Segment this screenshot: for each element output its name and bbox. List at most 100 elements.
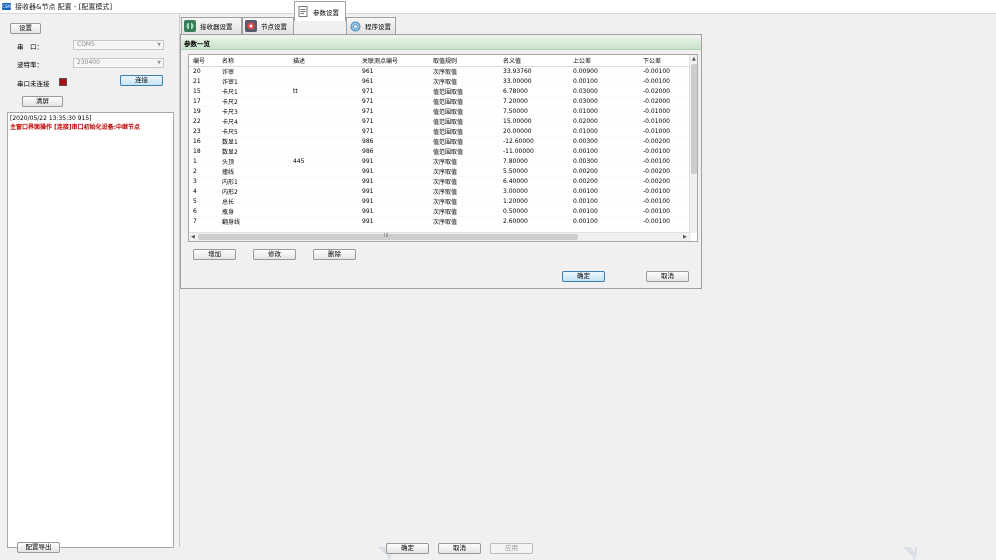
table-cell: 值范围取值 bbox=[429, 126, 499, 137]
table-row[interactable]: 18 数显2 986 值范围取值 -11.00000 0.00100 -0.00100 bbox=[189, 146, 689, 157]
table-cell: 5 bbox=[189, 196, 218, 207]
table-cell: 991 bbox=[358, 186, 429, 197]
tab-program-settings[interactable]: 程序设置 bbox=[346, 17, 396, 34]
edit-parameter-button[interactable]: 修改 bbox=[253, 249, 296, 260]
table-cell: 19 bbox=[189, 106, 218, 117]
table-cell: -0.00100 bbox=[639, 76, 689, 87]
table-cell: 971 bbox=[358, 96, 429, 107]
table-row[interactable]: 6 瓶身 991 次序取值 0.50000 0.00100 -0.00100 bbox=[189, 206, 689, 217]
table-cell: 0.00300 bbox=[569, 136, 639, 147]
scroll-left-icon[interactable]: ◀ bbox=[191, 234, 195, 240]
table-cell: 6 bbox=[189, 206, 218, 217]
table-cell: 0.03000 bbox=[569, 96, 639, 107]
tab-receiver-settings[interactable]: 接收器设置 bbox=[181, 17, 242, 34]
column-header[interactable]: 描述 bbox=[289, 55, 358, 67]
cancel-button[interactable]: 取消 bbox=[646, 271, 689, 282]
export-config-button[interactable]: 配置导出 bbox=[17, 542, 60, 553]
table-row[interactable]: 20 诈审 961 次序取值 33.93760 0.00900 -0.00100 bbox=[189, 66, 689, 77]
left-panel: 设置 串 口： COM5 ▼ 波特率： 230400 ▼ 串口未连接 连接 清屏… bbox=[3, 16, 176, 554]
table-cell: 1.20000 bbox=[499, 196, 569, 207]
table-cell: 2 bbox=[189, 166, 218, 177]
table-cell: 0.00100 bbox=[569, 146, 639, 157]
table-cell bbox=[289, 146, 358, 157]
table-cell: 20.00000 bbox=[499, 126, 569, 137]
table-cell: 15 bbox=[189, 86, 218, 97]
column-header[interactable]: 名义值 bbox=[499, 55, 569, 67]
horizontal-scrollbar-thumb[interactable]: III bbox=[198, 233, 578, 240]
clear-screen-button[interactable]: 清屏 bbox=[22, 96, 63, 107]
table-cell: 991 bbox=[358, 216, 429, 227]
document-icon bbox=[297, 6, 309, 18]
table-cell: 0.00100 bbox=[569, 216, 639, 227]
table-cell bbox=[289, 126, 358, 137]
table-cell: 次序取值 bbox=[429, 206, 499, 217]
horizontal-scrollbar[interactable]: ◀ III ▶ bbox=[189, 232, 691, 241]
table-cell bbox=[289, 206, 358, 217]
table-row[interactable]: 15 卡尺1 tt 971 值范围取值 6.78000 0.03000 -0.02000 bbox=[189, 86, 689, 97]
port-select[interactable]: COM5 ▼ bbox=[73, 40, 164, 50]
column-header[interactable]: 编号 bbox=[189, 55, 218, 67]
table-header-row: 编号 名称 描述 关联测点编号 取值规则 名义值 上公差 下公差 bbox=[189, 55, 689, 67]
table-row[interactable]: 1 头顶 445 991 次序取值 7.80000 0.00300 -0.00100 bbox=[189, 156, 689, 167]
ok-button[interactable]: 确定 bbox=[562, 271, 605, 282]
baud-select[interactable]: 230400 ▼ bbox=[73, 58, 164, 68]
footer-ok-button[interactable]: 确定 bbox=[386, 543, 429, 554]
connect-button[interactable]: 连接 bbox=[120, 75, 163, 86]
chevron-down-icon: ▼ bbox=[157, 42, 161, 48]
tab-node-settings[interactable]: 节点设置 bbox=[242, 17, 294, 34]
vertical-scrollbar-thumb[interactable] bbox=[691, 64, 697, 174]
delete-parameter-button[interactable]: 删除 bbox=[313, 249, 356, 260]
table-cell: 诈审1 bbox=[218, 76, 289, 87]
column-header[interactable]: 关联测点编号 bbox=[358, 55, 429, 67]
parameter-table[interactable]: 编号 名称 描述 关联测点编号 取值规则 名义值 上公差 下公差 20 诈审 961… bbox=[188, 54, 698, 242]
table-cell: -0.00100 bbox=[639, 196, 689, 207]
table-cell: 991 bbox=[358, 196, 429, 207]
table-cell: 18 bbox=[189, 146, 218, 157]
table-row[interactable]: 2 撞线 991 次序取值 5.50000 0.00200 -0.00200 bbox=[189, 166, 689, 177]
footer-cancel-button[interactable]: 取消 bbox=[438, 543, 481, 554]
column-header[interactable]: 下公差 bbox=[639, 55, 689, 67]
table-row[interactable]: 5 总长 991 次序取值 1.20000 0.00100 -0.00100 bbox=[189, 196, 689, 207]
table-cell: 撞线 bbox=[218, 166, 289, 177]
table-row[interactable]: 3 内形1 991 次序取值 6.40000 0.00200 -0.00200 bbox=[189, 176, 689, 187]
title-bar: CSM 接收器&节点 配置 - [配置模式] bbox=[0, 0, 996, 14]
table-row[interactable]: 22 卡尺4 971 值范围取值 15.00000 0.02000 -0.01000 bbox=[189, 116, 689, 127]
app-icon: CSM bbox=[2, 3, 11, 10]
table-cell: 0.00200 bbox=[569, 166, 639, 177]
table-row[interactable]: 16 数显1 986 值范围取值 -12.60000 0.00300 -0.00200 bbox=[189, 136, 689, 147]
table-cell bbox=[289, 176, 358, 187]
table-row[interactable]: 7 翻身线 991 次序取值 2.60000 0.00100 -0.00100 bbox=[189, 216, 689, 227]
table-cell: -0.00100 bbox=[639, 156, 689, 167]
table-cell: 内形1 bbox=[218, 176, 289, 187]
table-row[interactable]: 19 卡尺3 971 值范围取值 7.50000 0.01000 -0.01000 bbox=[189, 106, 689, 117]
table-cell: 991 bbox=[358, 156, 429, 167]
table-cell: 头顶 bbox=[218, 156, 289, 167]
table-cell: 数显1 bbox=[218, 136, 289, 147]
table-cell: 991 bbox=[358, 176, 429, 187]
tab-parameter-settings[interactable]: 参数设置 bbox=[294, 1, 346, 21]
table-cell: 21 bbox=[189, 76, 218, 87]
table-row[interactable]: 23 卡尺5 971 值范围取值 20.00000 0.01000 -0.01000 bbox=[189, 126, 689, 137]
column-header[interactable]: 上公差 bbox=[569, 55, 639, 67]
footer-apply-button: 应用 bbox=[490, 543, 533, 554]
table-cell: 次序取值 bbox=[429, 196, 499, 207]
scroll-right-icon[interactable]: ▶ bbox=[683, 234, 687, 240]
table-cell: 值范围取值 bbox=[429, 106, 499, 117]
table-cell: 诈审 bbox=[218, 66, 289, 77]
vertical-scrollbar[interactable]: ▲ bbox=[689, 55, 697, 233]
settings-button[interactable]: 设置 bbox=[10, 23, 41, 34]
table-row[interactable]: 4 内形2 991 次序取值 3.00000 0.00100 -0.00100 bbox=[189, 186, 689, 197]
table-row[interactable]: 17 卡尺2 971 值范围取值 7.20000 0.03000 -0.02000 bbox=[189, 96, 689, 107]
connection-status-label: 串口未连接 bbox=[17, 80, 50, 88]
scroll-up-icon[interactable]: ▲ bbox=[692, 56, 696, 62]
table-cell bbox=[289, 196, 358, 207]
table-cell: -0.02000 bbox=[639, 96, 689, 107]
column-header[interactable]: 名称 bbox=[218, 55, 289, 67]
table-cell: 卡尺1 bbox=[218, 86, 289, 97]
column-header[interactable]: 取值规则 bbox=[429, 55, 499, 67]
table-row[interactable]: 21 诈审1 961 次序取值 33.00000 0.00100 -0.00100 bbox=[189, 76, 689, 87]
table-cell: 0.01000 bbox=[569, 126, 639, 137]
table-cell: 961 bbox=[358, 66, 429, 77]
table-cell: -0.00100 bbox=[639, 216, 689, 227]
add-parameter-button[interactable]: 增加 bbox=[193, 249, 236, 260]
